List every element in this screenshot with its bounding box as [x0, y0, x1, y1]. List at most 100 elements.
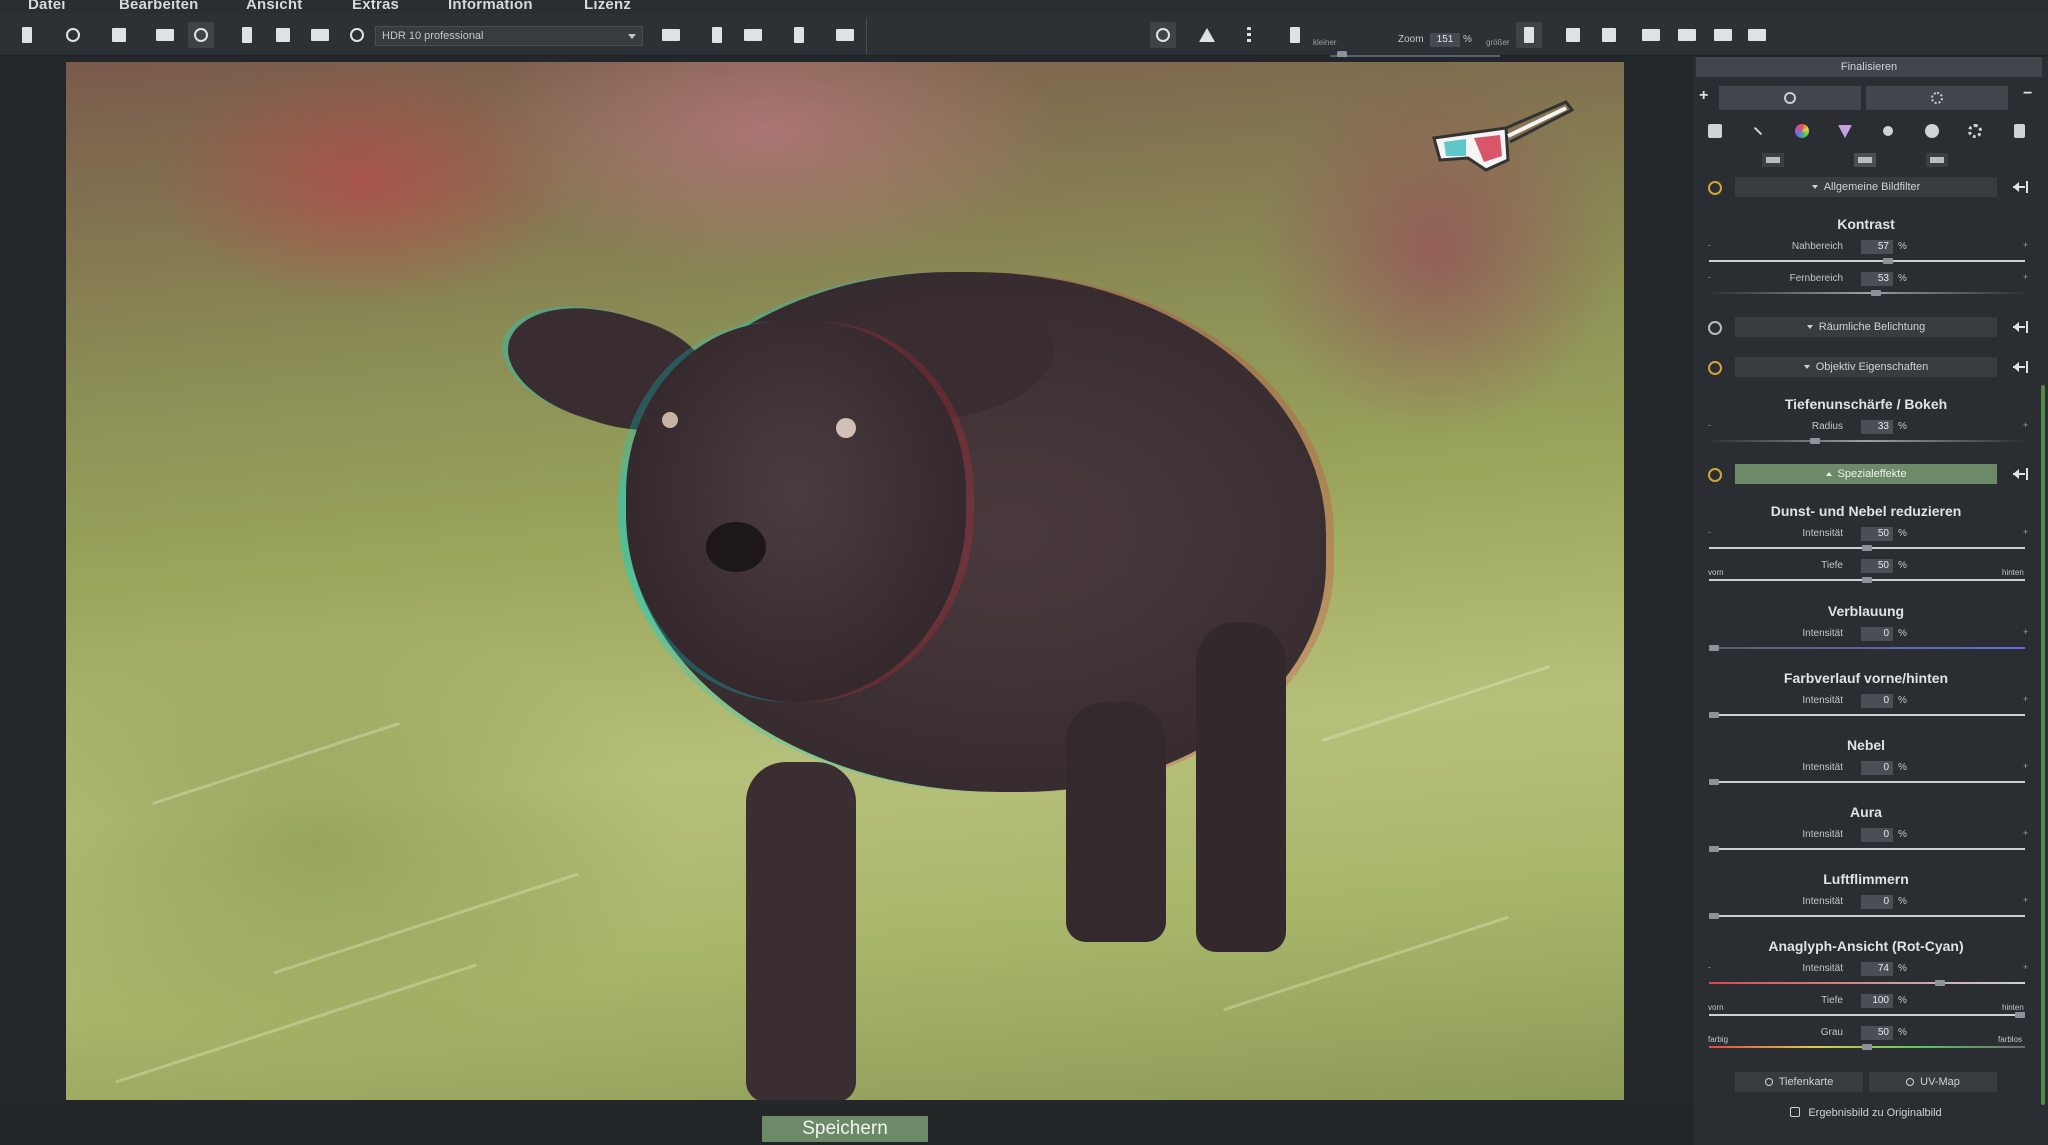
compare-button[interactable] [658, 22, 684, 48]
slider-thumb-anaglyph-intensitaet[interactable] [1935, 980, 1946, 986]
slider-value-luftflimmern[interactable]: 0 [1861, 895, 1893, 909]
layout-top-button[interactable] [1638, 22, 1664, 48]
slider-verblauung[interactable] [1709, 647, 2025, 649]
crop-button[interactable] [1560, 22, 1586, 48]
slider-value-anaglyph-intensitaet[interactable]: 74 [1861, 962, 1893, 976]
category-document-button[interactable] [2008, 121, 2030, 141]
batch-button[interactable] [270, 22, 296, 48]
refresh-button[interactable] [344, 22, 370, 48]
comment-button[interactable] [1710, 22, 1736, 48]
slider-thumb-anaglyph-grau[interactable] [1862, 1044, 1872, 1050]
preview-eye-button[interactable] [1150, 22, 1176, 48]
result-to-original-button[interactable]: Ergebnisbild zu Originalbild [1693, 1107, 2039, 1119]
slider-thumb-nahbereich[interactable] [1883, 258, 1894, 264]
category-effects-button[interactable] [1964, 121, 1986, 141]
slider-value-nahbereich[interactable]: 57 [1861, 240, 1893, 254]
menu-ansicht[interactable]: Ansicht [246, 0, 302, 13]
image-canvas[interactable] [0, 57, 1690, 1109]
category-image-button[interactable] [1704, 121, 1726, 141]
slider-value-anaglyph-tiefe[interactable]: 100 [1861, 994, 1893, 1008]
view-normal-button[interactable] [1854, 153, 1876, 167]
slider-farbverlauf[interactable] [1709, 714, 2025, 716]
save-button[interactable]: Speichern [762, 1116, 928, 1142]
slider-nahbereich[interactable] [1709, 260, 2025, 262]
depth-map-button[interactable]: Tiefenkarte [1735, 1072, 1863, 1092]
hdr-button[interactable] [152, 22, 178, 48]
slider-anaglyph-tiefe[interactable] [1709, 1014, 2025, 1016]
monitor-button[interactable] [740, 22, 766, 48]
slider-value-dunst-intensitaet[interactable]: 50 [1861, 527, 1893, 541]
slider-luftflimmern[interactable] [1709, 915, 2025, 917]
panel-scrollbar[interactable] [2039, 125, 2047, 1145]
slider-value-radius[interactable]: 33 [1861, 420, 1893, 434]
slider-value-dunst-tiefe[interactable]: 50 [1861, 559, 1893, 573]
slider-value-nebel[interactable]: 0 [1861, 761, 1893, 775]
slider-value-verblauung[interactable]: 0 [1861, 627, 1893, 641]
view-expanded-button[interactable] [1926, 153, 1948, 167]
section-toggle-objektiv[interactable] [1708, 361, 1722, 375]
menu-information[interactable]: Information [448, 0, 533, 13]
reset-spezialeffekte-button[interactable] [2013, 468, 2029, 480]
bookmark-button[interactable] [704, 22, 730, 48]
slider-thumb-nebel[interactable] [1709, 779, 1719, 785]
slider-value-anaglyph-grau[interactable]: 50 [1861, 1026, 1893, 1040]
section-header-objektiv[interactable]: Objektiv Eigenschaften [1735, 357, 1997, 377]
slider-radius[interactable] [1709, 440, 2025, 442]
menu-bearbeiten[interactable]: Bearbeiten [119, 0, 199, 13]
histogram-button[interactable] [832, 22, 858, 48]
category-color-button[interactable] [1791, 121, 1813, 141]
fit-button[interactable] [1596, 22, 1622, 48]
new-file-button[interactable] [14, 22, 40, 48]
copy-button[interactable] [106, 22, 132, 48]
slider-value-fernbereich[interactable]: 53 [1861, 272, 1893, 286]
tab-settings[interactable] [1866, 86, 2008, 110]
reset-belichtung-button[interactable] [2013, 321, 2029, 333]
tools-button[interactable] [188, 22, 214, 48]
slider-thumb-radius[interactable] [1809, 438, 1820, 444]
menu-datei[interactable]: Datei [28, 0, 66, 13]
info-button[interactable] [786, 22, 812, 48]
section-header-bildfilter[interactable]: Allgemeine Bildfilter [1735, 177, 1997, 197]
slider-thumb-luftflimmern[interactable] [1709, 913, 1719, 919]
slider-value-farbverlauf[interactable]: 0 [1861, 694, 1893, 708]
slider-thumb-aura[interactable] [1709, 846, 1719, 852]
slider-thumb-farbverlauf[interactable] [1709, 712, 1719, 718]
layout-side-button[interactable] [1674, 22, 1700, 48]
zoom-in-button[interactable] [1516, 22, 1542, 48]
slider-fernbereich[interactable] [1709, 292, 2025, 294]
preset-select[interactable]: HDR 10 professional [375, 26, 643, 46]
add-icon[interactable]: + [1699, 87, 1708, 105]
category-sharpen-button[interactable] [1877, 121, 1899, 141]
section-header-belichtung[interactable]: Räumliche Belichtung [1735, 317, 1997, 337]
category-curve-button[interactable] [1747, 121, 1769, 141]
section-toggle-belichtung[interactable] [1708, 321, 1722, 335]
reset-objektiv-button[interactable] [2013, 361, 2029, 373]
panel-scrollbar-thumb[interactable] [2041, 385, 2045, 1105]
slider-thumb-anaglyph-tiefe[interactable] [2015, 1012, 2025, 1018]
section-toggle-spezialeffekte[interactable] [1708, 468, 1722, 482]
section-toggle-bildfilter[interactable] [1708, 181, 1722, 195]
zoom-value-field[interactable]: 151 [1430, 33, 1460, 47]
slider-anaglyph-intensitaet[interactable] [1709, 982, 2025, 984]
slider-thumb-dunst-intensitaet[interactable] [1862, 545, 1872, 551]
print-button[interactable] [307, 22, 333, 48]
mirror-button[interactable] [1194, 22, 1220, 48]
slider-nebel[interactable] [1709, 781, 2025, 783]
slider-value-aura[interactable]: 0 [1861, 828, 1893, 842]
slider-thumb-verblauung[interactable] [1709, 645, 1719, 651]
remove-icon[interactable]: − [2023, 85, 2032, 103]
open-file-button[interactable] [60, 22, 86, 48]
menu-lizenz[interactable]: Lizenz [584, 0, 631, 13]
slider-thumb-dunst-tiefe[interactable] [1862, 577, 1872, 583]
category-noise-button[interactable] [1921, 121, 1943, 141]
uv-map-button[interactable]: UV-Map [1869, 1072, 1997, 1092]
reset-bildfilter-button[interactable] [2013, 181, 2029, 193]
slider-aura[interactable] [1709, 848, 2025, 850]
export-button[interactable] [1744, 22, 1770, 48]
zoom-out-button[interactable] [1282, 22, 1308, 48]
section-header-spezialeffekte[interactable]: Spezialeffekte [1735, 464, 1997, 484]
view-compact-button[interactable] [1762, 153, 1784, 167]
tab-search[interactable] [1719, 86, 1861, 110]
slider-thumb-fernbereich[interactable] [1871, 290, 1882, 296]
single-page-button[interactable] [234, 22, 260, 48]
